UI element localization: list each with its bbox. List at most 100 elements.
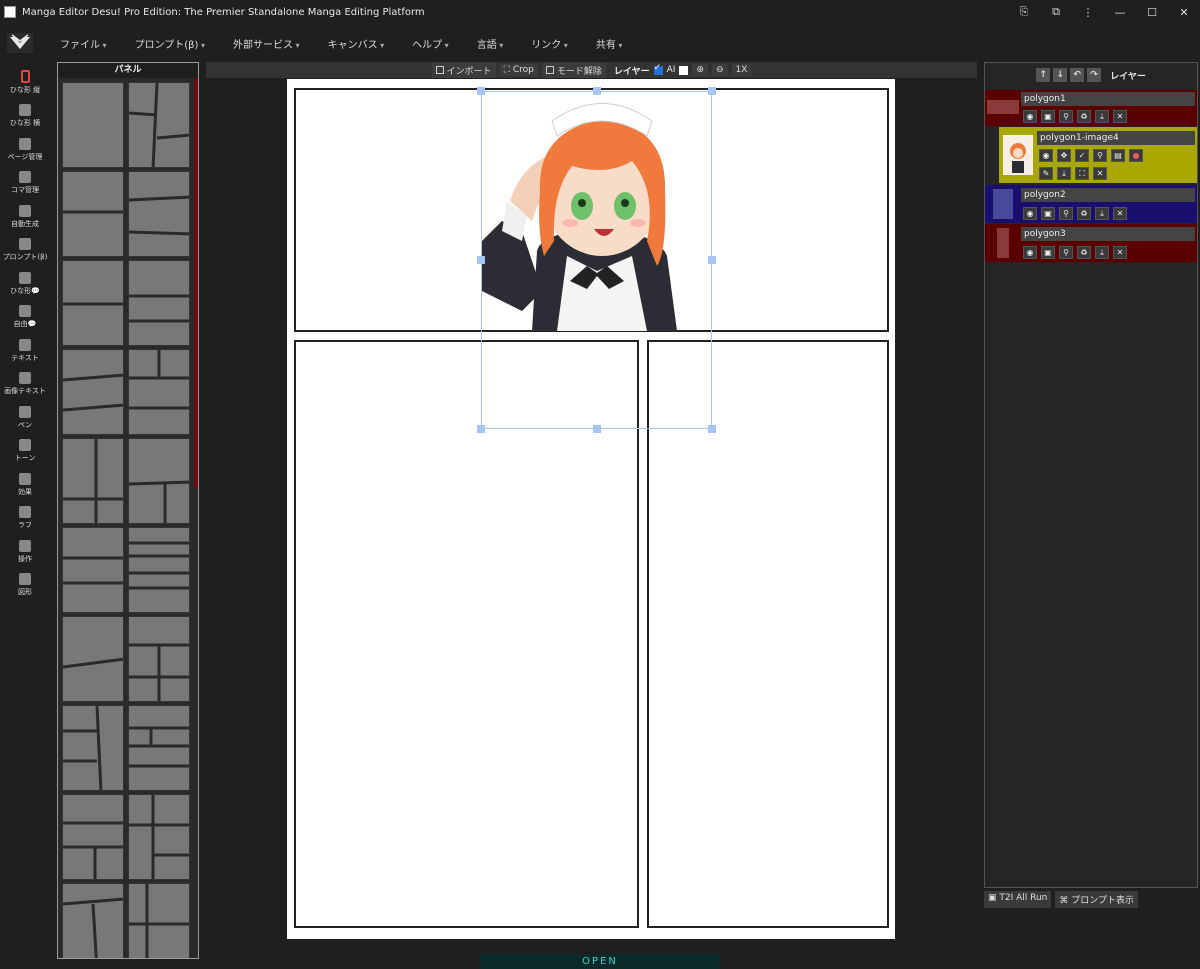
recycle-icon[interactable]: ♻	[1077, 207, 1091, 220]
resize-handle-b[interactable]	[593, 425, 601, 433]
recycle-icon[interactable]: ♻	[1077, 110, 1091, 123]
layer-item-polygon3[interactable]: polygon3 ◉ ▣ ⚲ ♻ ⤓ ✕	[985, 224, 1197, 262]
resize-handle-tr[interactable]	[708, 87, 716, 95]
panel-template-8[interactable]	[62, 438, 124, 524]
panel-template-3[interactable]	[128, 171, 190, 257]
panel-template-9[interactable]	[128, 438, 190, 524]
tool-9[interactable]: 画像テキスト	[0, 368, 50, 402]
panel-template-13[interactable]	[128, 616, 190, 702]
resize-handle-br[interactable]	[708, 425, 716, 433]
panel-template-15[interactable]	[128, 705, 190, 791]
minimize-button[interactable]: —	[1104, 0, 1136, 24]
open-button[interactable]: OPEN	[480, 954, 720, 969]
menu-item-1[interactable]: プロンプト(β)	[121, 36, 219, 51]
lock-icon[interactable]: ▣	[1041, 207, 1055, 220]
move-icon[interactable]: ✥	[1057, 149, 1071, 162]
eye-icon[interactable]: ◉	[1023, 207, 1037, 220]
panel-template-1[interactable]	[128, 82, 190, 168]
run-icon[interactable]: ⚲	[1059, 207, 1073, 220]
resize-handle-t[interactable]	[593, 87, 601, 95]
run-icon[interactable]: ⚲	[1093, 149, 1107, 162]
panel-template-16[interactable]	[62, 794, 124, 880]
extension-icon[interactable]: ⧉	[1040, 0, 1072, 24]
panel-template-0[interactable]	[62, 82, 124, 168]
delete-icon[interactable]: ✕	[1113, 207, 1127, 220]
download-icon[interactable]: ⤓	[1095, 110, 1109, 123]
panel-library-scrollbar[interactable]	[194, 78, 198, 488]
resize-handle-bl[interactable]	[477, 425, 485, 433]
crop-button[interactable]: ⛶ Crop	[499, 64, 538, 76]
tool-15[interactable]: 図形	[0, 569, 50, 603]
tool-12[interactable]: 効果	[0, 468, 50, 502]
resize-handle-l[interactable]	[477, 256, 485, 264]
prompt-show-button[interactable]: ⌘ プロンプト表示	[1055, 891, 1138, 908]
run-icon[interactable]: ⚲	[1059, 110, 1073, 123]
run-icon[interactable]: ⚲	[1059, 246, 1073, 259]
menu-item-0[interactable]: ファイル	[46, 36, 121, 51]
tool-10[interactable]: ペン	[0, 401, 50, 435]
layer-item-polygon2[interactable]: polygon2 ◉ ▣ ⚲ ♻ ⤓ ✕	[985, 185, 1197, 223]
eye-icon[interactable]: ◉	[1039, 149, 1053, 162]
arrow-down-icon[interactable]: ↓	[1053, 68, 1068, 82]
resize-handle-tl[interactable]	[477, 87, 485, 95]
arrow-up-icon[interactable]: ↑	[1036, 68, 1051, 82]
zoom-reset-button[interactable]: 1X	[731, 64, 752, 76]
menu-item-3[interactable]: キャンバス	[314, 36, 399, 51]
import-button[interactable]: インポート	[431, 62, 496, 78]
lock-icon[interactable]: ▣	[1041, 110, 1055, 123]
panel-template-4[interactable]	[62, 260, 124, 346]
tool-3[interactable]: コマ管理	[0, 167, 50, 201]
t2i-all-run-button[interactable]: ▣ T2I All Run	[984, 891, 1052, 908]
panel-template-5[interactable]	[128, 260, 190, 346]
download-icon[interactable]: ⤓	[1095, 207, 1109, 220]
tool-13[interactable]: ラフ	[0, 502, 50, 536]
color-icon[interactable]: ●	[1129, 149, 1143, 162]
mode-release-button[interactable]: モード解除	[541, 62, 606, 78]
delete-icon[interactable]: ✕	[1113, 110, 1127, 123]
recycle-icon[interactable]: ♻	[1077, 246, 1091, 259]
fit-icon[interactable]: ⛶	[1075, 167, 1089, 180]
download-icon[interactable]: ⤓	[1057, 167, 1071, 180]
menu-item-2[interactable]: 外部サービス	[219, 36, 314, 51]
tool-11[interactable]: トーン	[0, 435, 50, 469]
eye-icon[interactable]: ◉	[1023, 246, 1037, 259]
ai-checkbox[interactable]	[679, 65, 689, 75]
panel-template-10[interactable]	[62, 527, 124, 613]
panel-template-11[interactable]	[128, 527, 190, 613]
tool-4[interactable]: 自動生成	[0, 200, 50, 234]
layer-item-polygon1[interactable]: polygon1 ◉ ▣ ⚲ ♻ ⤓ ✕	[985, 90, 1197, 126]
panel-template-19[interactable]	[128, 883, 190, 958]
tool-2[interactable]: ページ管理	[0, 133, 50, 167]
zoom-in-button[interactable]: ⊕	[692, 64, 708, 76]
delete-icon[interactable]: ✕	[1113, 246, 1127, 259]
selection-bounding-box[interactable]	[481, 91, 712, 429]
menu-item-4[interactable]: ヘルプ	[398, 36, 463, 51]
panel-template-7[interactable]	[128, 349, 190, 435]
tool-8[interactable]: テキスト	[0, 334, 50, 368]
brush-icon[interactable]: ✎	[1039, 167, 1053, 180]
check-icon[interactable]: ✓	[1075, 149, 1089, 162]
delete-icon[interactable]: ✕	[1093, 167, 1107, 180]
tool-0[interactable]: ひな形 縦	[0, 66, 50, 100]
maximize-button[interactable]: ☐	[1136, 0, 1168, 24]
zoom-out-button[interactable]: ⊖	[712, 64, 728, 76]
layer-item-polygon1-image4[interactable]: polygon1-image4 ◉ ✥ ✓ ⚲ ▤ ● ✎ ⤓ ⛶ ✕	[999, 127, 1197, 183]
panel-template-18[interactable]	[62, 883, 124, 958]
download-icon[interactable]: ⤓	[1095, 246, 1109, 259]
tool-1[interactable]: ひな形 横	[0, 100, 50, 134]
translate-icon[interactable]: ⎘	[1008, 0, 1040, 24]
file-icon[interactable]: ▤	[1111, 149, 1125, 162]
tool-6[interactable]: ひな形💬	[0, 267, 50, 301]
undo-icon[interactable]: ↶	[1070, 68, 1085, 82]
redo-icon[interactable]: ↷	[1087, 68, 1102, 82]
layer-checkbox[interactable]	[653, 63, 663, 75]
panel-template-12[interactable]	[62, 616, 124, 702]
menu-item-7[interactable]: 共有	[582, 36, 637, 51]
resize-handle-r[interactable]	[708, 256, 716, 264]
close-window-button[interactable]: ✕	[1168, 0, 1200, 24]
menu-item-5[interactable]: 言語	[463, 36, 518, 51]
tool-14[interactable]: 操作	[0, 535, 50, 569]
tool-7[interactable]: 自由💬	[0, 301, 50, 335]
panel-template-17[interactable]	[128, 794, 190, 880]
panel-template-14[interactable]	[62, 705, 124, 791]
